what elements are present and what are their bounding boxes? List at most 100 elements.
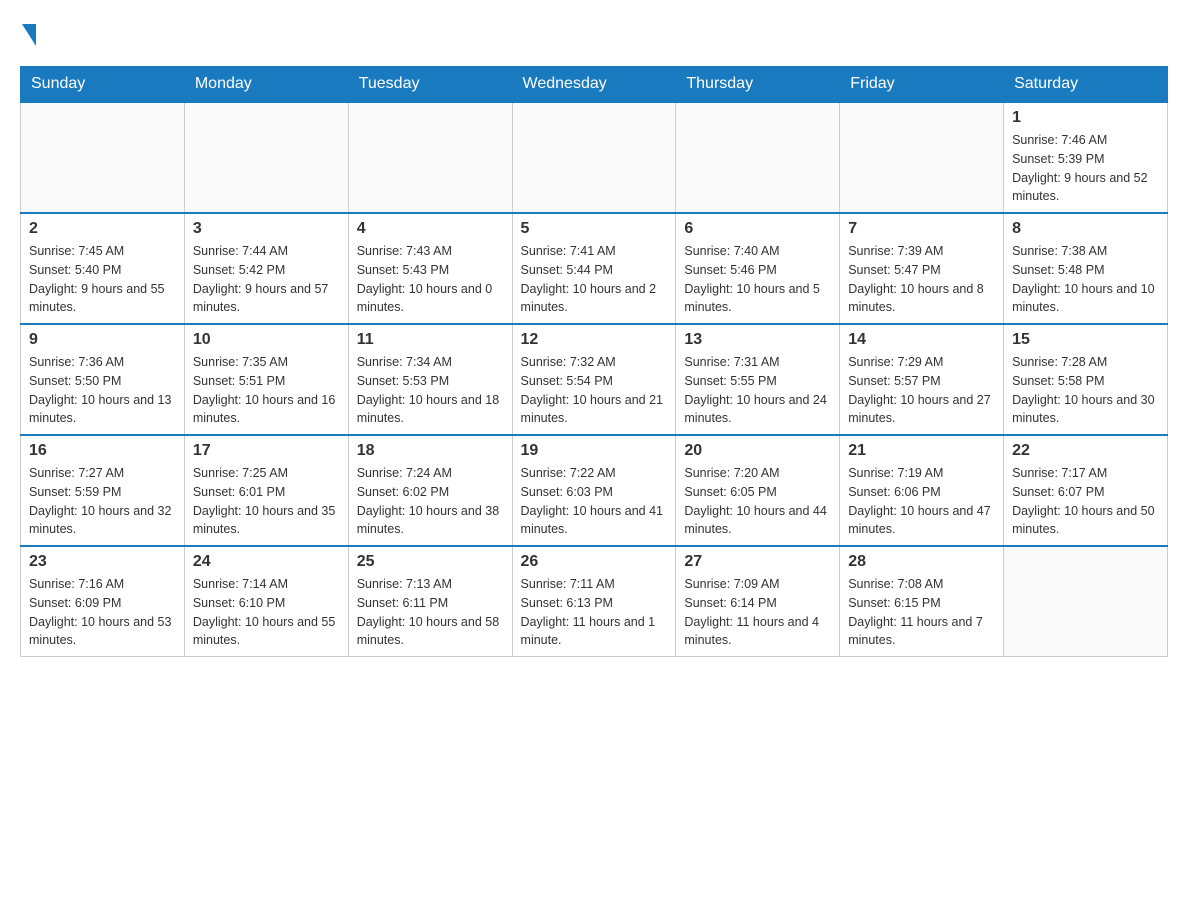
calendar-cell: 3 Sunrise: 7:44 AM Sunset: 5:42 PM Daylig… (184, 213, 348, 324)
day-info: Sunrise: 7:44 AM Sunset: 5:42 PM Dayligh… (193, 242, 340, 317)
day-info: Sunrise: 7:28 AM Sunset: 5:58 PM Dayligh… (1012, 353, 1159, 428)
day-number: 28 (848, 553, 995, 571)
day-info: Sunrise: 7:09 AM Sunset: 6:14 PM Dayligh… (684, 575, 831, 650)
calendar-cell: 8Sunrise: 7:38 AM Sunset: 5:48 PM Daylig… (1004, 213, 1168, 324)
calendar-cell: 6Sunrise: 7:40 AM Sunset: 5:46 PM Daylig… (676, 213, 840, 324)
calendar-cell: 16 Sunrise: 7:27 AM Sunset: 5:59 PM Dayli… (21, 435, 185, 546)
calendar-table: SundayMondayTuesdayWednesdayThursdayFrid… (20, 66, 1168, 657)
calendar-cell: 12 Sunrise: 7:32 AM Sunset: 5:54 PM Dayli… (512, 324, 676, 435)
calendar-cell (21, 102, 185, 213)
day-info: Sunrise: 7:22 AM Sunset: 6:03 PM Dayligh… (521, 464, 668, 539)
day-info: Sunrise: 7:27 AM Sunset: 5:59 PM Dayligh… (29, 464, 176, 539)
week-row-3: 9 Sunrise: 7:36 AM Sunset: 5:50 PM Daylig… (21, 324, 1168, 435)
calendar-cell: 28 Sunrise: 7:08 AM Sunset: 6:15 PM Dayli… (840, 546, 1004, 657)
calendar-cell: 10 Sunrise: 7:35 AM Sunset: 5:51 PM Dayli… (184, 324, 348, 435)
day-number: 17 (193, 442, 340, 460)
day-info: Sunrise: 7:29 AM Sunset: 5:57 PM Dayligh… (848, 353, 995, 428)
day-info: Sunrise: 7:11 AM Sunset: 6:13 PM Dayligh… (521, 575, 668, 650)
calendar-cell: 23 Sunrise: 7:16 AM Sunset: 6:09 PM Dayli… (21, 546, 185, 657)
day-number: 18 (357, 442, 504, 460)
calendar-cell (512, 102, 676, 213)
calendar-cell: 14 Sunrise: 7:29 AM Sunset: 5:57 PM Dayli… (840, 324, 1004, 435)
day-number: 24 (193, 553, 340, 571)
logo-triangle-icon (22, 24, 36, 46)
day-info: Sunrise: 7:31 AM Sunset: 5:55 PM Dayligh… (684, 353, 831, 428)
day-info: Sunrise: 7:39 AM Sunset: 5:47 PM Dayligh… (848, 242, 995, 317)
day-header-wednesday: Wednesday (512, 67, 676, 103)
day-number: 27 (684, 553, 831, 571)
calendar-header-row: SundayMondayTuesdayWednesdayThursdayFrid… (21, 67, 1168, 103)
logo (20, 20, 36, 46)
week-row-5: 23 Sunrise: 7:16 AM Sunset: 6:09 PM Dayli… (21, 546, 1168, 657)
calendar-cell: 22 Sunrise: 7:17 AM Sunset: 6:07 PM Dayli… (1004, 435, 1168, 546)
day-info: Sunrise: 7:36 AM Sunset: 5:50 PM Dayligh… (29, 353, 176, 428)
day-info: Sunrise: 7:43 AM Sunset: 5:43 PM Dayligh… (357, 242, 504, 317)
calendar-cell (1004, 546, 1168, 657)
day-number: 2 (29, 220, 176, 238)
day-info: Sunrise: 7:35 AM Sunset: 5:51 PM Dayligh… (193, 353, 340, 428)
day-info: Sunrise: 7:24 AM Sunset: 6:02 PM Dayligh… (357, 464, 504, 539)
week-row-1: 1 Sunrise: 7:46 AM Sunset: 5:39 PM Daylig… (21, 102, 1168, 213)
calendar-cell: 7 Sunrise: 7:39 AM Sunset: 5:47 PM Daylig… (840, 213, 1004, 324)
day-number: 9 (29, 331, 176, 349)
calendar-cell: 19 Sunrise: 7:22 AM Sunset: 6:03 PM Dayli… (512, 435, 676, 546)
day-info: Sunrise: 7:17 AM Sunset: 6:07 PM Dayligh… (1012, 464, 1159, 539)
day-info: Sunrise: 7:41 AM Sunset: 5:44 PM Dayligh… (521, 242, 668, 317)
day-header-friday: Friday (840, 67, 1004, 103)
week-row-2: 2 Sunrise: 7:45 AM Sunset: 5:40 PM Daylig… (21, 213, 1168, 324)
day-info: Sunrise: 7:20 AM Sunset: 6:05 PM Dayligh… (684, 464, 831, 539)
calendar-cell: 24 Sunrise: 7:14 AM Sunset: 6:10 PM Dayli… (184, 546, 348, 657)
day-number: 21 (848, 442, 995, 460)
calendar-cell: 1 Sunrise: 7:46 AM Sunset: 5:39 PM Daylig… (1004, 102, 1168, 213)
calendar-cell: 15Sunrise: 7:28 AM Sunset: 5:58 PM Dayli… (1004, 324, 1168, 435)
day-number: 22 (1012, 442, 1159, 460)
calendar-cell: 18 Sunrise: 7:24 AM Sunset: 6:02 PM Dayli… (348, 435, 512, 546)
day-header-monday: Monday (184, 67, 348, 103)
day-info: Sunrise: 7:13 AM Sunset: 6:11 PM Dayligh… (357, 575, 504, 650)
calendar-cell: 5Sunrise: 7:41 AM Sunset: 5:44 PM Daylig… (512, 213, 676, 324)
day-header-tuesday: Tuesday (348, 67, 512, 103)
day-info: Sunrise: 7:08 AM Sunset: 6:15 PM Dayligh… (848, 575, 995, 650)
day-info: Sunrise: 7:38 AM Sunset: 5:48 PM Dayligh… (1012, 242, 1159, 317)
calendar-cell: 27 Sunrise: 7:09 AM Sunset: 6:14 PM Dayli… (676, 546, 840, 657)
day-info: Sunrise: 7:25 AM Sunset: 6:01 PM Dayligh… (193, 464, 340, 539)
day-number: 7 (848, 220, 995, 238)
day-info: Sunrise: 7:46 AM Sunset: 5:39 PM Dayligh… (1012, 131, 1159, 206)
day-number: 13 (684, 331, 831, 349)
calendar-cell (676, 102, 840, 213)
day-info: Sunrise: 7:16 AM Sunset: 6:09 PM Dayligh… (29, 575, 176, 650)
day-info: Sunrise: 7:32 AM Sunset: 5:54 PM Dayligh… (521, 353, 668, 428)
calendar-cell: 20 Sunrise: 7:20 AM Sunset: 6:05 PM Dayli… (676, 435, 840, 546)
day-number: 11 (357, 331, 504, 349)
day-number: 16 (29, 442, 176, 460)
day-info: Sunrise: 7:14 AM Sunset: 6:10 PM Dayligh… (193, 575, 340, 650)
calendar-cell: 11 Sunrise: 7:34 AM Sunset: 5:53 PM Dayli… (348, 324, 512, 435)
day-number: 12 (521, 331, 668, 349)
day-info: Sunrise: 7:34 AM Sunset: 5:53 PM Dayligh… (357, 353, 504, 428)
day-info: Sunrise: 7:45 AM Sunset: 5:40 PM Dayligh… (29, 242, 176, 317)
day-header-thursday: Thursday (676, 67, 840, 103)
day-number: 1 (1012, 109, 1159, 127)
day-info: Sunrise: 7:40 AM Sunset: 5:46 PM Dayligh… (684, 242, 831, 317)
day-number: 19 (521, 442, 668, 460)
day-number: 3 (193, 220, 340, 238)
calendar-cell (840, 102, 1004, 213)
day-header-saturday: Saturday (1004, 67, 1168, 103)
calendar-cell: 13 Sunrise: 7:31 AM Sunset: 5:55 PM Dayli… (676, 324, 840, 435)
week-row-4: 16 Sunrise: 7:27 AM Sunset: 5:59 PM Dayli… (21, 435, 1168, 546)
day-number: 14 (848, 331, 995, 349)
day-number: 25 (357, 553, 504, 571)
calendar-cell: 2 Sunrise: 7:45 AM Sunset: 5:40 PM Daylig… (21, 213, 185, 324)
day-number: 10 (193, 331, 340, 349)
calendar-cell: 21Sunrise: 7:19 AM Sunset: 6:06 PM Dayli… (840, 435, 1004, 546)
calendar-cell: 4 Sunrise: 7:43 AM Sunset: 5:43 PM Daylig… (348, 213, 512, 324)
page-header (20, 20, 1168, 46)
day-number: 20 (684, 442, 831, 460)
day-header-sunday: Sunday (21, 67, 185, 103)
day-number: 23 (29, 553, 176, 571)
day-number: 4 (357, 220, 504, 238)
calendar-cell: 26 Sunrise: 7:11 AM Sunset: 6:13 PM Dayli… (512, 546, 676, 657)
day-number: 26 (521, 553, 668, 571)
calendar-cell (348, 102, 512, 213)
calendar-cell: 25 Sunrise: 7:13 AM Sunset: 6:11 PM Dayli… (348, 546, 512, 657)
